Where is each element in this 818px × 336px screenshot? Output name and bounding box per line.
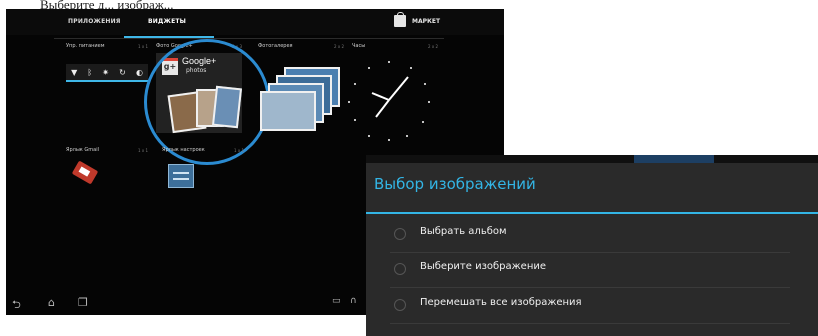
screenshot-icon[interactable]: ▭ — [332, 296, 341, 306]
wifi-icon: ▼ — [71, 67, 78, 77]
active-tab-indicator — [124, 36, 214, 38]
option-label: Выбрать альбом — [420, 226, 507, 237]
option-divider — [390, 252, 790, 253]
brightness-icon: ✷ — [102, 67, 109, 77]
clock-hands — [371, 76, 409, 118]
dialog-background-strip — [366, 155, 818, 163]
sync-icon: ↻ — [119, 67, 126, 77]
option-select-album[interactable]: Выбрать альбом — [366, 219, 818, 253]
image-selection-dialog: Выбор изображений Выбрать альбом Выберит… — [366, 155, 818, 336]
top-bar: ПРИЛОЖЕНИЯ ВИДЖЕТЫ МАРКЕТ — [6, 9, 504, 35]
headphones-icon[interactable]: ∩ — [350, 296, 357, 306]
option-select-image[interactable]: Выберите изображение — [366, 254, 818, 288]
radio-button[interactable] — [394, 299, 406, 311]
tab-divider — [54, 38, 444, 39]
back-icon[interactable]: ⮌ — [12, 296, 21, 315]
option-label: Выберите изображение — [420, 261, 547, 272]
option-shuffle-all[interactable]: Перемешать все изображения — [366, 290, 818, 324]
widget-size-settings: 1 x 1 — [234, 148, 244, 153]
flower-photo — [260, 91, 316, 131]
widget-label-gmail: Ярлык Gmail — [66, 147, 99, 153]
bluetooth-icon: ᛒ — [87, 67, 93, 77]
option-divider — [390, 287, 790, 288]
widget-size-power: 1 x 1 — [138, 44, 148, 49]
radio-button[interactable] — [394, 228, 406, 240]
dialog-title: Выбор изображений — [374, 175, 536, 193]
analog-clock-widget[interactable] — [344, 55, 434, 145]
home-icon[interactable]: ⌂ — [48, 296, 55, 309]
option-divider — [390, 323, 790, 324]
widget-label-clock: Часы — [352, 43, 366, 49]
widget-size-gallery: 2 x 2 — [334, 44, 344, 49]
option-label: Перемешать все изображения — [420, 297, 582, 308]
widget-size-gmail: 1 x 1 — [138, 148, 148, 153]
widget-label-power: Упр. питанием — [66, 43, 105, 49]
widget-label-gallery: Фотогалерея — [258, 43, 293, 49]
gmail-shortcut-icon[interactable] — [71, 160, 99, 185]
document-caption: Выберите д... изображ... — [40, 0, 174, 9]
location-icon: ◐ — [135, 67, 143, 77]
widget-size-clock: 2 x 2 — [428, 44, 438, 49]
radio-button[interactable] — [394, 263, 406, 275]
market-label: МАРКЕТ — [412, 17, 441, 25]
tab-apps[interactable]: ПРИЛОЖЕНИЯ — [68, 18, 121, 25]
power-control-widget[interactable]: ▼ ᛒ ✷ ↻ ◐ — [66, 64, 148, 82]
shopping-bag-icon — [394, 12, 406, 27]
widget-label-settings: Ярлык настроек — [162, 147, 205, 153]
dialog-title-divider — [366, 212, 818, 214]
market-button[interactable]: МАРКЕТ — [394, 12, 441, 27]
settings-shortcut-icon[interactable] — [168, 164, 194, 188]
tab-widgets[interactable]: ВИДЖЕТЫ — [148, 18, 186, 25]
recent-apps-icon[interactable]: ❐ — [78, 296, 88, 309]
